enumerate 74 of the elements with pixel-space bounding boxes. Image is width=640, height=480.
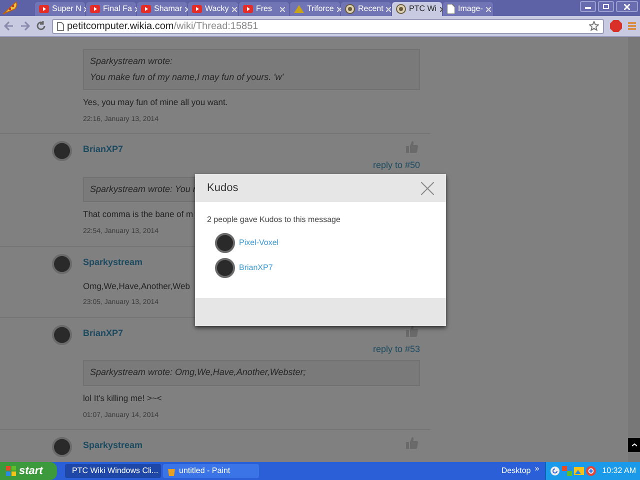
dialog-message: 2 people gave Kudos to this message: [207, 214, 340, 226]
toolbar-label: Desktop: [501, 465, 531, 477]
refresh-icon[interactable]: [550, 466, 560, 476]
avatar: [52, 324, 72, 345]
restore-button[interactable]: [598, 1, 614, 12]
page-icon: [57, 22, 64, 30]
minimize-button[interactable]: [580, 1, 596, 12]
play-icon: [39, 5, 49, 13]
user-link[interactable]: Pixel-Voxel: [239, 237, 279, 249]
windows-logo-icon: [6, 466, 16, 476]
taskbar-button[interactable]: untitled - Paint: [163, 464, 259, 478]
pizza-icon: [2, 1, 18, 15]
author-link[interactable]: Sparkystream: [83, 439, 143, 452]
author-link[interactable]: Sparkystream: [83, 256, 143, 269]
globe-icon: [396, 4, 406, 14]
avatar: [52, 437, 72, 457]
browser-tab[interactable]: Shamar: [137, 2, 187, 16]
stop-sign-icon[interactable]: [610, 20, 622, 32]
dialog-title: Kudos: [207, 180, 238, 196]
paint-bucket-icon: [167, 466, 176, 476]
play-icon: [243, 5, 253, 13]
user-link[interactable]: BrianXP7: [239, 262, 273, 274]
start-button[interactable]: start: [0, 462, 57, 480]
play-icon: [141, 5, 151, 13]
quote-text: Sparkystream wrote: Omg,We,Have,Another,Webster;: [90, 366, 306, 380]
chevron-text[interactable]: »: [534, 463, 540, 475]
tab-title: Super N: [52, 3, 82, 15]
tab-title: Final Fa: [103, 3, 132, 15]
post-text: That comma is the bane of m: [83, 208, 194, 221]
scroll-top-button[interactable]: [628, 438, 640, 452]
close-button[interactable]: [616, 1, 638, 12]
browser-tab[interactable]: Image-: [443, 2, 493, 16]
page-icon: [447, 4, 455, 14]
tab-title: Recent: [358, 3, 384, 15]
avatar: [52, 141, 72, 162]
browser-tab[interactable]: Wacky: [188, 2, 238, 16]
quote-text: You make fun of my name,I may fun of yours. 'w': [90, 70, 284, 84]
author-link[interactable]: BrianXP7: [83, 143, 124, 157]
avatar: [52, 254, 72, 274]
post-text: Yes, you may fun of mine all you want.: [83, 96, 228, 109]
tab-title: Triforce: [307, 3, 334, 15]
tab-title: Shamar: [154, 3, 182, 15]
browser-tab[interactable]: Final Fa: [86, 2, 136, 16]
globe-icon: [345, 4, 355, 14]
chevron-up-icon: [632, 442, 636, 448]
reply-link[interactable]: reply to #53: [372, 342, 420, 356]
avatar: [215, 258, 235, 278]
tab-title: Image-: [458, 3, 483, 15]
url-text: petitcomputer.wikia.com/wiki/Thread:15851: [67, 20, 258, 34]
thumbs-up-icon[interactable]: [406, 324, 418, 337]
tab-title: Wacky: [205, 3, 229, 15]
tab-title: PTC Wi: [409, 3, 437, 15]
tab-title: Fres: [256, 3, 272, 15]
chrome-icon[interactable]: [586, 466, 596, 476]
address-field[interactable]: petitcomputer.wikia.com/wiki/Thread:15851: [52, 18, 604, 34]
browser-tab[interactable]: PTC Wi: [392, 2, 442, 16]
clock-text: 10:32 AM: [602, 465, 636, 477]
browser-tab[interactable]: Fres: [239, 2, 289, 16]
picture-icon[interactable]: [574, 466, 584, 476]
browser-tab[interactable]: Super N: [35, 2, 85, 16]
star-icon[interactable]: [589, 21, 599, 31]
reload-icon[interactable]: [36, 21, 46, 31]
author-link[interactable]: BrianXP7: [83, 326, 124, 340]
browser-tab[interactable]: Triforce: [290, 2, 340, 16]
avatar: [215, 233, 235, 253]
play-icon: [90, 5, 100, 13]
triangle-icon: [294, 5, 304, 13]
post-text: lol It's killing me! >~<: [83, 392, 162, 404]
taskbar-button[interactable]: PTC Wiki Windows Cli...: [65, 464, 161, 478]
browser-tab[interactable]: Recent: [341, 2, 391, 16]
post-text: Omg,We,Have,Another,Web: [83, 280, 190, 292]
reply-link[interactable]: reply to #50: [372, 159, 420, 173]
quote-text: Sparkystream wrote:: [90, 55, 173, 68]
play-icon: [192, 5, 202, 13]
